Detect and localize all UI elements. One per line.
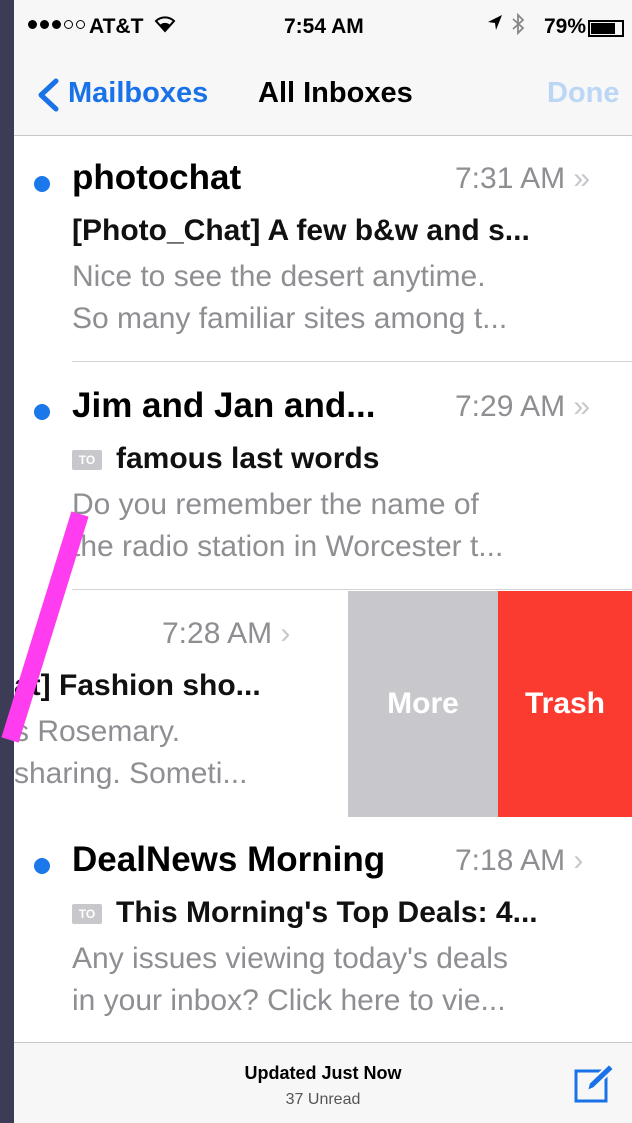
message-preview-line1: Do you remember the name of <box>72 488 479 521</box>
message-time: 7:29 AM » <box>455 390 591 423</box>
message-time: 7:28 AM › <box>162 617 291 650</box>
message-row-photochat[interactable]: photochat 7:31 AM » [Photo_Chat] A few b… <box>14 136 632 362</box>
done-button[interactable]: Done <box>547 77 620 110</box>
page-title: All Inboxes <box>258 77 413 109</box>
unread-dot-icon <box>34 176 50 192</box>
unread-dot-icon <box>34 858 50 874</box>
message-row-dealnews[interactable]: DealNews Morning 7:18 AM › TO This Mornin… <box>14 818 632 1042</box>
message-preview-line1: s Rosemary. <box>14 715 181 748</box>
battery-percent: 79% <box>544 15 587 38</box>
message-row-jim-and-jan[interactable]: Jim and Jan and... 7:29 AM » TO famous la… <box>14 364 632 590</box>
back-button-mailboxes[interactable]: Mailboxes <box>68 77 208 110</box>
thread-chevron-icon: » <box>573 162 591 195</box>
message-subject: at] Fashion sho... <box>14 669 261 702</box>
status-time: 7:54 AM <box>284 15 364 38</box>
thread-chevron-icon: » <box>573 390 591 423</box>
location-arrow-icon <box>486 13 504 39</box>
message-preview-line2: the radio station in Worcester t... <box>72 530 504 563</box>
thread-chevron-icon: › <box>573 844 584 877</box>
bluetooth-icon <box>511 12 525 41</box>
message-sender: DealNews Morning <box>72 840 386 879</box>
unread-count: 37 Unread <box>285 1091 361 1108</box>
message-sender: Jim and Jan and... <box>72 386 376 425</box>
phone-screen: AT&T 7:54 AM 79% Mailboxes All Inboxes D… <box>14 0 632 1123</box>
navigation-bar: Mailboxes All Inboxes Done <box>14 58 632 136</box>
row-divider <box>72 589 632 590</box>
message-preview-line1: Nice to see the desert anytime. <box>72 260 486 293</box>
message-time: 7:31 AM » <box>455 162 591 195</box>
message-sender: photochat <box>72 158 242 197</box>
more-button[interactable]: More <box>348 591 498 817</box>
wifi-icon <box>154 13 176 39</box>
message-time: 7:18 AM › <box>455 844 584 877</box>
carrier-label: AT&T <box>89 15 144 38</box>
bottom-toolbar: Updated Just Now 37 Unread <box>14 1042 632 1123</box>
compose-icon[interactable] <box>573 1061 617 1105</box>
message-preview-line1: Any issues viewing today's deals <box>72 942 508 975</box>
thread-chevron-icon: › <box>280 617 291 650</box>
battery-icon <box>588 20 624 37</box>
to-badge-icon: TO <box>72 450 102 470</box>
signal-icon <box>28 20 85 29</box>
updated-status: Updated Just Now <box>244 1063 402 1083</box>
message-subject: TO This Morning's Top Deals: 4... <box>72 896 538 930</box>
to-badge-icon: TO <box>72 904 102 924</box>
row-divider <box>72 361 632 362</box>
message-preview-line2: sharing. Someti... <box>14 757 248 790</box>
message-subject: [Photo_Chat] A few b&w and s... <box>72 214 530 247</box>
message-subject: TO famous last words <box>72 442 379 476</box>
unread-dot-icon <box>34 404 50 420</box>
trash-button[interactable]: Trash <box>498 591 632 817</box>
status-bar: AT&T 7:54 AM 79% <box>14 0 632 58</box>
back-chevron-icon[interactable] <box>34 78 64 112</box>
message-preview-line2: So many familiar sites among t... <box>72 302 508 335</box>
message-preview-line2: in your inbox? Click here to vie... <box>72 984 506 1017</box>
